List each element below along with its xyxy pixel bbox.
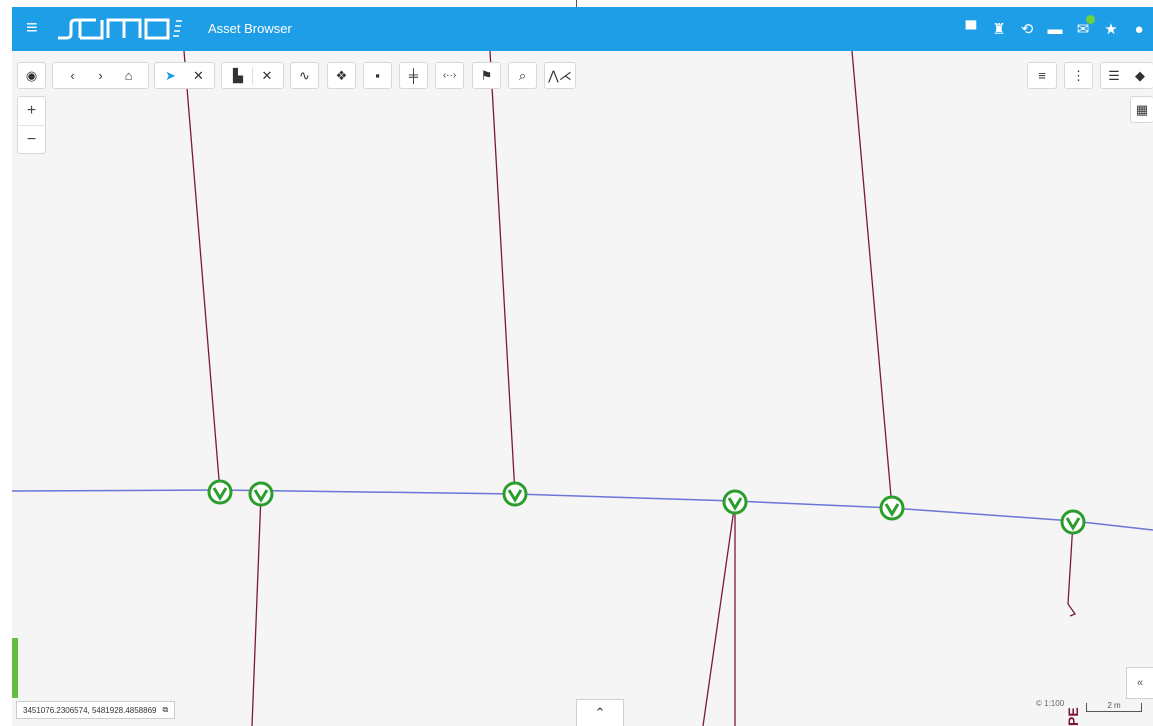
left-edge [0,0,12,726]
scale-text: 1:100 [1044,699,1065,708]
mail-icon[interactable]: ✉ [1075,15,1095,41]
valve-icon [502,481,528,507]
valve-icon [207,479,233,505]
valve-icon [879,495,905,521]
zoom-button[interactable]: ⌕ [508,62,537,89]
layers-button[interactable]: ◆ [1127,68,1153,84]
scale-bar: 2 m [1086,701,1142,712]
clear-selection-button[interactable]: ✕ [185,68,213,84]
delete-button[interactable]: ▪ [363,62,392,89]
measure-distance-icon: ‹··› [442,70,457,81]
draw-icon: ∿ [299,67,310,83]
menu-icon[interactable]: ≡ [26,16,38,40]
coordinates-display: 3451076.2306574, 5481928.4858869 ⧉ [16,701,176,719]
zoom-icon: ⌕ [518,67,527,83]
selection-toolbar: ➤ ✕ [154,62,215,89]
locate-button[interactable]: ◉ [17,62,46,89]
chat-icon[interactable]: ▀ [963,17,979,41]
draw-button[interactable]: ∿ [290,62,319,89]
branch-line [1067,521,1077,617]
home-button[interactable]: ⌂ [115,68,143,83]
clear-stamp-button[interactable]: ✕ [253,68,281,84]
grid-button[interactable]: ▦ [1130,96,1153,123]
split-icon: ╪ [408,68,419,83]
print-icon[interactable]: ▬ [1047,17,1063,41]
grid-icon: ▦ [1135,101,1149,117]
split-button[interactable]: ╪ [399,62,428,89]
branch-line [489,51,516,495]
star-icon[interactable]: ★ [1103,17,1119,41]
account-icon[interactable]: ● [1131,17,1147,41]
line-profile-button[interactable]: ⋀⋌ [544,62,576,89]
flag-button[interactable]: ⚑ [472,62,501,89]
map-canvas[interactable]: PE [12,51,1153,726]
chevron-up-icon: ⌃ [594,705,606,720]
stamp-button[interactable]: ▙ [224,68,252,84]
double-chevron-left-icon: « [1136,677,1144,689]
add-object-icon: ❖ [335,67,348,83]
cart-icon[interactable]: ♜ [991,17,1007,41]
legend-layers-toolbar: ☰ ◆ [1100,62,1153,89]
delete-icon: ▪ [375,68,380,83]
locate-icon: ◉ [25,67,38,83]
status-indicator [12,638,18,698]
valve-icon [1060,509,1086,535]
coordinates-text: 3451076.2306574, 5481928.4858869 [23,705,157,715]
list-icon: ≡ [1038,68,1046,83]
back-button[interactable]: ‹ [59,68,87,83]
valve-icon [248,481,274,507]
branch-line [702,501,736,726]
more-icon: ⋮ [1072,67,1085,83]
scale-bar-label: 2 m [1107,701,1121,710]
add-object-button[interactable]: ❖ [327,62,356,89]
zoom-control: + − [17,96,46,154]
select-arrow-button[interactable]: ➤ [157,68,185,84]
list-button[interactable]: ≡ [1027,62,1057,89]
more-button[interactable]: ⋮ [1064,62,1093,89]
nav-toolbar: ‹ › ⌂ [52,62,149,89]
legend-button[interactable]: ☰ [1101,68,1127,84]
stamp-toolbar: ▙ ✕ [221,62,284,89]
app-title: Asset Browser [208,21,292,36]
history-icon[interactable]: ⟲ [1019,17,1035,41]
flag-icon: ⚑ [480,67,493,83]
map-label: PE [1065,707,1081,726]
expand-panel-button[interactable]: ⌃ [576,699,624,726]
main-pipe-line [12,489,1153,531]
forward-button[interactable]: › [87,68,115,83]
copy-icon[interactable]: ⧉ [162,705,168,715]
branch-line [183,51,221,493]
measure-distance-button[interactable]: ‹··› [435,62,464,89]
zoom-out-button[interactable]: − [18,125,45,154]
valve-icon [722,489,748,515]
branch-line [851,51,893,509]
line-profile-icon: ⋀⋌ [548,67,572,83]
collapse-sidebar-button[interactable]: « [1126,667,1153,699]
top-strip [12,0,1153,7]
app-bar: ≡ Asset Browser ▀ ♜ ⟲ ▬ ✉ ★ ● [12,7,1153,51]
zoom-in-button[interactable]: + [18,97,45,125]
scale-display: © 1:100 [1036,699,1065,708]
notification-dot [1086,15,1095,24]
samo-logo [58,18,182,40]
branch-line [251,493,262,726]
